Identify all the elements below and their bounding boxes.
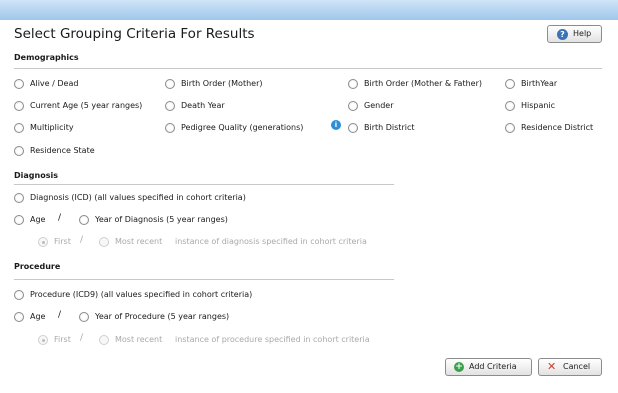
help-icon: ? [557,29,568,40]
radio-button[interactable] [79,312,89,322]
radio-button[interactable] [99,335,109,345]
cancel-label: Cancel [563,362,591,371]
x-icon: ✕ [547,360,557,373]
grouping-criteria-dialog: Select Grouping Criteria For Results ? H… [0,20,618,393]
cancel-button[interactable]: ✕ Cancel [538,358,602,376]
radio-button[interactable] [14,146,24,156]
slash-separator: / [80,333,84,343]
slash-separator: / [58,310,62,320]
help-button-label: Help [573,29,592,38]
slash-separator: / [58,213,62,223]
diagnosis-divider [14,184,394,185]
help-button[interactable]: ? Help [547,25,602,43]
radio-button[interactable] [505,79,515,89]
radio-button[interactable] [165,101,175,111]
radio-button[interactable] [14,312,24,322]
radio-button[interactable] [505,123,515,133]
demographics-divider [14,68,602,69]
radio-button[interactable] [14,79,24,89]
radio-button[interactable] [14,215,24,225]
procedure-heading: Procedure [14,262,61,271]
radio-button[interactable] [38,335,48,345]
window-titlebar[interactable] [0,0,618,20]
diagnosis-instance-text: instance of diagnosis specified in cohor… [175,237,367,246]
dialog-title: Select Grouping Criteria For Results [14,26,255,42]
radio-button[interactable] [14,101,24,111]
slash-separator: / [80,235,84,245]
radio-button[interactable] [505,101,515,111]
radio-button[interactable] [38,237,48,247]
plus-circle-icon: + [454,362,464,372]
add-criteria-button[interactable]: + Add Criteria [445,358,532,376]
procedure-instance-text: instance of procedure specified in cohor… [175,335,370,344]
radio-button[interactable] [348,79,358,89]
demographics-heading: Demographics [14,53,79,62]
info-icon[interactable]: i [331,120,341,130]
radio-button[interactable] [99,237,109,247]
radio-button[interactable] [165,79,175,89]
radio-button[interactable] [14,193,24,203]
diagnosis-heading: Diagnosis [14,171,58,180]
radio-button[interactable] [79,215,89,225]
procedure-divider [14,279,394,280]
radio-button[interactable] [348,123,358,133]
radio-button[interactable] [165,123,175,133]
add-criteria-label: Add Criteria [469,362,517,371]
radio-button[interactable] [348,101,358,111]
radio-button[interactable] [14,290,24,300]
radio-button[interactable] [14,123,24,133]
